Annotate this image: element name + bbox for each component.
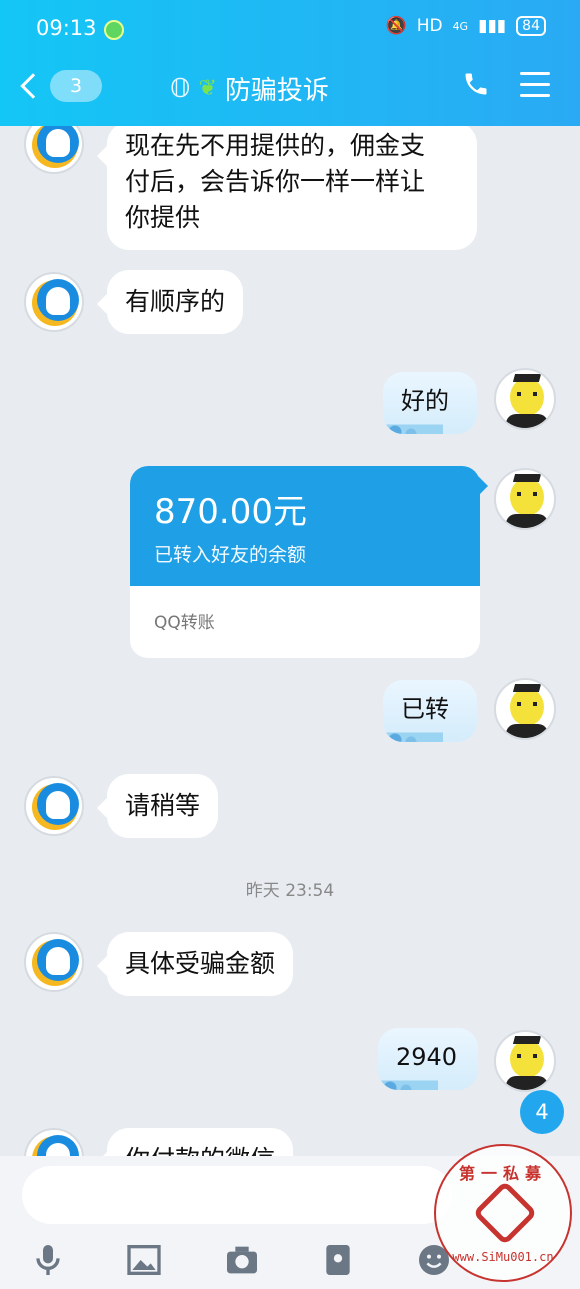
message-timestamp: 昨天 23:54 xyxy=(245,881,335,901)
transfer-footer: QQ转账 xyxy=(154,613,215,633)
self-avatar[interactable] xyxy=(494,368,556,430)
chat-title: 防骗投诉 xyxy=(224,76,329,106)
notification-app-icon xyxy=(104,20,124,40)
message-text: 请稍等 xyxy=(125,791,201,820)
watermark-top-text: 第一私募 xyxy=(458,1164,547,1183)
transfer-amount: 870.00元 xyxy=(154,492,307,532)
message-text: 好的 xyxy=(401,387,449,415)
message-bubble-self[interactable]: 已转 xyxy=(383,680,477,742)
back-button[interactable]: 3 xyxy=(20,70,102,102)
contact-avatar[interactable] xyxy=(24,776,84,836)
message-text: 具体受骗金额 xyxy=(125,949,276,978)
message-bubble[interactable]: 有顺序的 xyxy=(96,270,244,334)
mute-icon: 🔕 xyxy=(385,16,407,36)
message-input[interactable] xyxy=(22,1166,452,1224)
status-bar: 09:13 🔕 HD 4G ▮▮▮ 84 xyxy=(0,0,580,58)
self-avatar[interactable] xyxy=(494,1030,556,1092)
watermark-seal: 第一私募 www.SiMu001.cn xyxy=(434,1144,572,1282)
contact-avatar[interactable] xyxy=(24,126,84,174)
back-arrow-icon xyxy=(20,73,46,99)
new-messages-badge[interactable]: 4 xyxy=(520,1090,564,1134)
transfer-card-header: 870.00元 已转入好友的余额 xyxy=(130,466,480,586)
contact-avatar[interactable] xyxy=(24,932,84,992)
message-bubble-self[interactable]: 2940 xyxy=(378,1028,478,1090)
message-bubble-self[interactable]: 好的 xyxy=(383,372,477,434)
menu-icon[interactable] xyxy=(520,72,550,98)
transfer-card[interactable]: 870.00元 已转入好友的余额 QQ转账 xyxy=(130,466,480,658)
transfer-note: 已转入好友的余额 xyxy=(154,544,307,566)
message-line: 现在先不用提供的，佣金支 xyxy=(125,131,426,160)
message-text: 你付款的微信 xyxy=(125,1145,275,1156)
contact-avatar[interactable] xyxy=(24,272,84,332)
ear-icon: 𝕆 xyxy=(170,73,191,104)
contact-avatar[interactable] xyxy=(24,1128,84,1156)
camera-icon[interactable] xyxy=(222,1240,262,1280)
message-bubble[interactable]: 现在先不用提供的，佣金支 付后，会告诉你一样一样让 你提供 xyxy=(97,126,477,250)
hd-label: HD xyxy=(416,16,443,36)
chat-area[interactable]: 现在先不用提供的，佣金支 付后，会告诉你一样一样让 你提供 有顺序的 好的 87… xyxy=(0,126,580,1156)
message-bubble[interactable]: 你付款的微信 xyxy=(96,1128,294,1156)
app-header: 09:13 🔕 HD 4G ▮▮▮ 84 3 𝕆 ❦ 防骗投诉 xyxy=(0,0,580,126)
self-avatar[interactable] xyxy=(494,678,556,740)
status-time: 09:13 xyxy=(36,16,97,40)
watermark-url: www.SiMu001.cn xyxy=(452,1250,554,1264)
phone-icon[interactable] xyxy=(462,70,490,98)
message-bubble[interactable]: 具体受骗金额 xyxy=(96,932,294,996)
self-avatar[interactable] xyxy=(494,468,556,530)
signal-icon: ▮▮▮ xyxy=(478,16,507,36)
message-line: 你提供 xyxy=(125,203,201,232)
message-bubble[interactable]: 请稍等 xyxy=(96,774,219,838)
chat-title-area[interactable]: 𝕆 ❦ 防骗投诉 xyxy=(170,70,329,107)
battery-indicator: 84 xyxy=(516,16,546,36)
message-text: 有顺序的 xyxy=(125,287,226,316)
network-label: 4G xyxy=(452,19,469,33)
unread-chats-count: 3 xyxy=(50,70,102,102)
image-icon[interactable] xyxy=(124,1240,164,1280)
red-packet-icon[interactable] xyxy=(318,1240,358,1280)
message-text: 已转 xyxy=(401,695,449,723)
message-line: 付后，会告诉你一样一样让 xyxy=(125,167,426,196)
microphone-icon[interactable] xyxy=(28,1240,68,1280)
bubble-tail xyxy=(478,476,488,496)
watermark-logo-icon xyxy=(472,1180,538,1246)
message-text: 2940 xyxy=(396,1043,458,1071)
status-indicators: 🔕 HD 4G ▮▮▮ 84 xyxy=(386,16,546,36)
sprout-icon: ❦ xyxy=(198,76,217,101)
